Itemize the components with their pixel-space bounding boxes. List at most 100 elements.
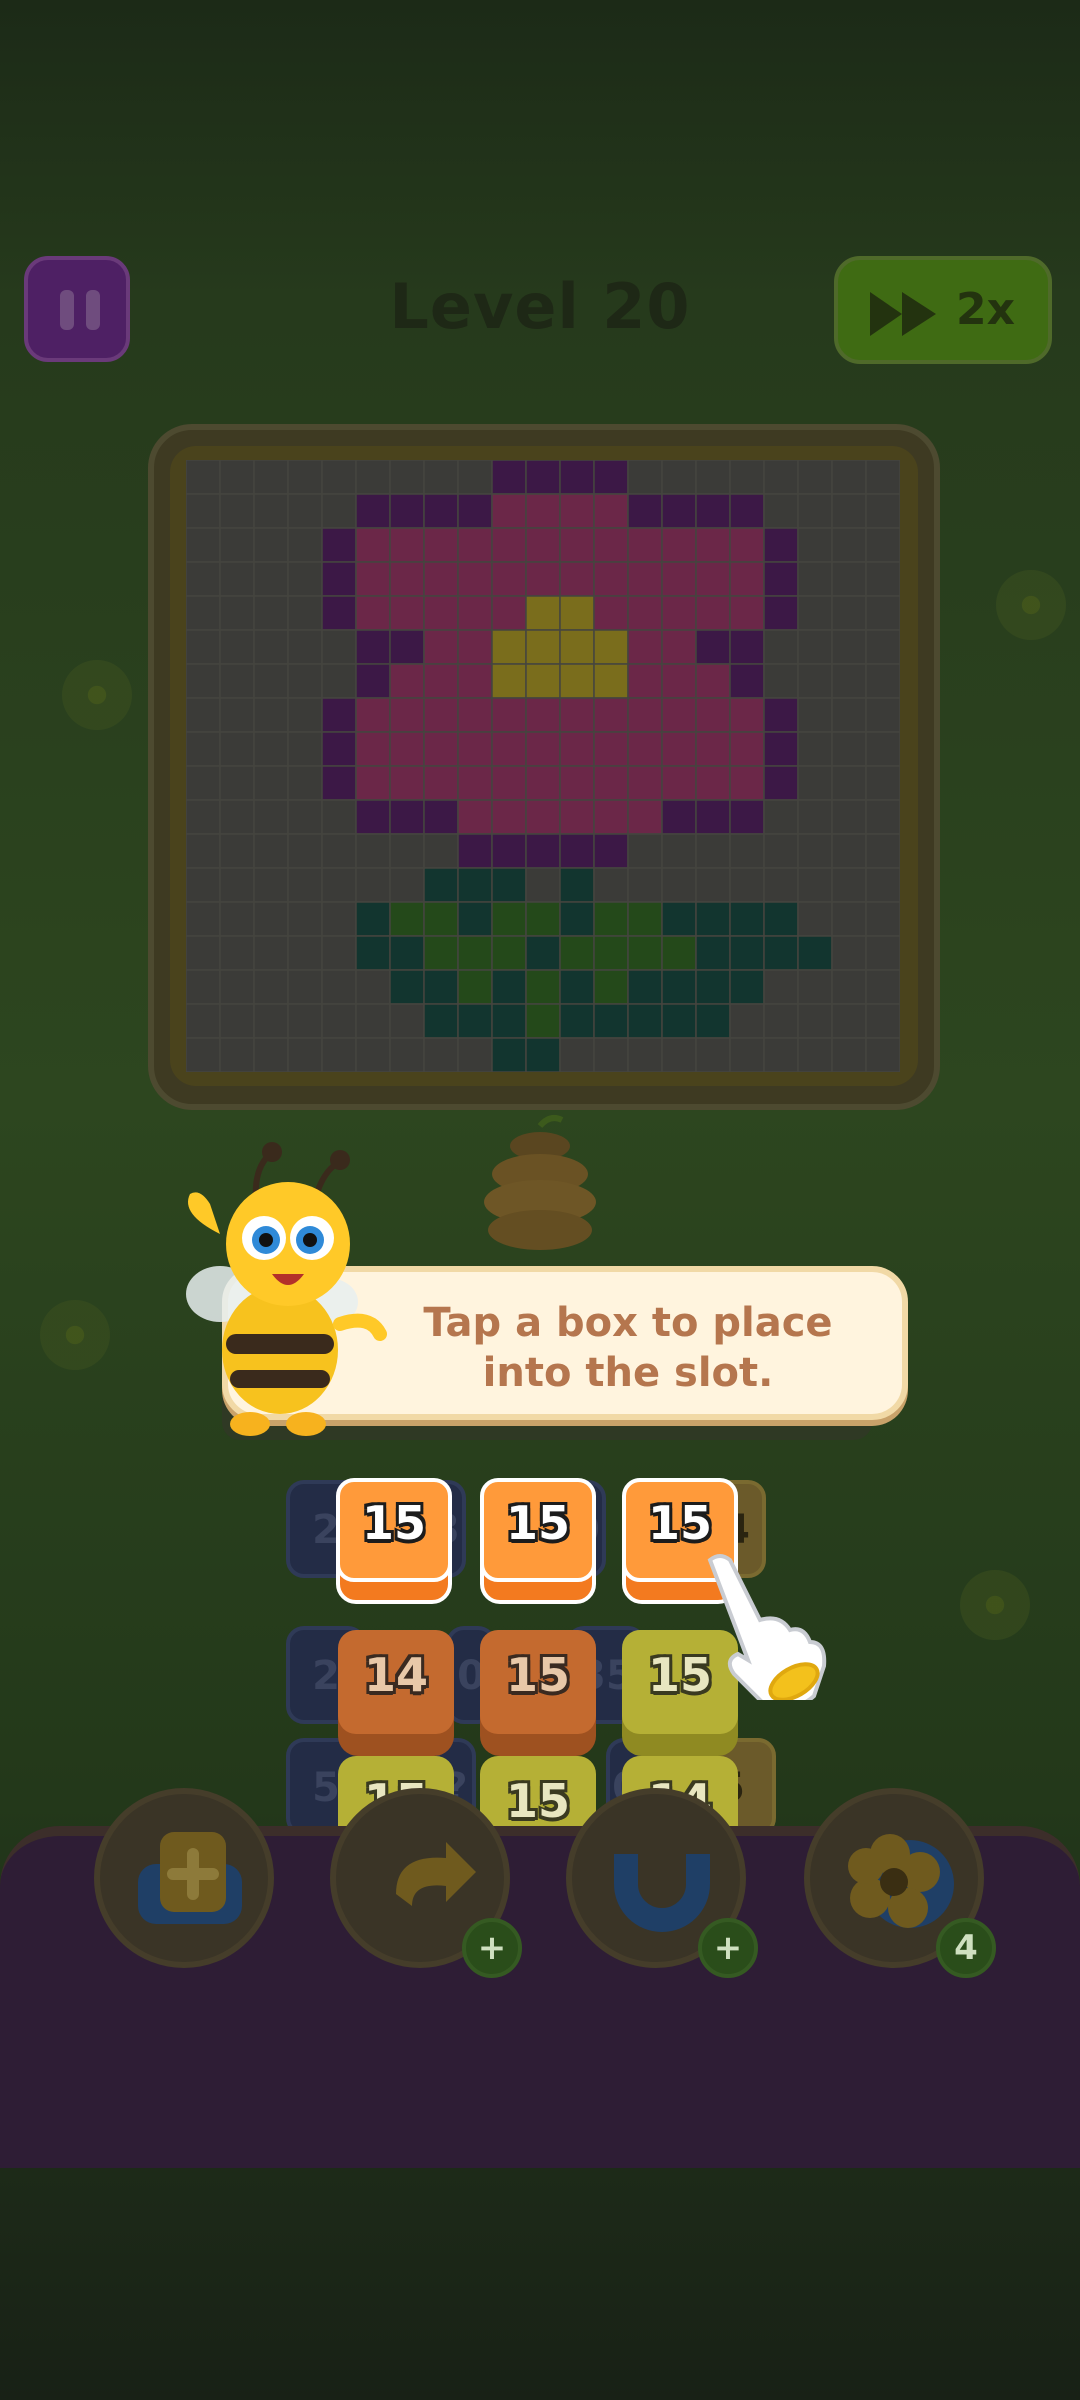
pixel-cell (219, 527, 255, 563)
pixel-cell (219, 867, 255, 903)
pixel-cell (729, 1037, 765, 1072)
pixel-cell (729, 561, 765, 597)
pixel-cell (797, 527, 833, 563)
pixel-cell (525, 867, 561, 903)
pixel-cell (253, 901, 289, 937)
background-flower (960, 1570, 1030, 1640)
pixel-cell (729, 663, 765, 699)
pixel-cell (457, 833, 493, 869)
pixel-cell (253, 460, 289, 495)
pixel-cell (627, 731, 663, 767)
pixel-cell (525, 697, 561, 733)
pixel-cell (627, 493, 663, 529)
pixel-cell (355, 833, 391, 869)
pixel-cell (423, 697, 459, 733)
pixel-cell (491, 493, 527, 529)
pixel-cell (695, 765, 731, 801)
pixel-cell (865, 799, 900, 835)
pixel-cell (695, 527, 731, 563)
pixel-cell (661, 731, 697, 767)
magnet-button[interactable]: + (566, 1788, 758, 1978)
pixel-cell (321, 595, 357, 631)
pixel-cell (186, 629, 221, 665)
number-box: 15 (480, 1630, 596, 1756)
pixel-cell (355, 493, 391, 529)
pixel-cell (831, 833, 867, 869)
pixel-cell (661, 460, 697, 495)
pixel-cell (661, 493, 697, 529)
pixel-cell (219, 1037, 255, 1072)
pixel-cell (491, 697, 527, 733)
undo-button[interactable]: + (330, 1788, 522, 1978)
pixel-cell (389, 460, 425, 495)
speed-button[interactable]: 2x (834, 256, 1052, 364)
add-slot-button[interactable] (94, 1788, 274, 1968)
pixel-cell (457, 697, 493, 733)
pixel-cell (695, 1037, 731, 1072)
pixel-cell (831, 935, 867, 971)
pixel-cell (219, 561, 255, 597)
pixel-cell (355, 697, 391, 733)
pixel-cell (865, 493, 900, 529)
pixel-cell (457, 1037, 493, 1072)
pixel-cell (627, 561, 663, 597)
pixel-cell (661, 799, 697, 835)
pixel-cell (321, 833, 357, 869)
pixel-cell (253, 493, 289, 529)
pixel-cell (389, 493, 425, 529)
pixel-cell (355, 969, 391, 1005)
pixel-cell (729, 629, 765, 665)
pixel-cell (763, 1037, 799, 1072)
pixel-cell (593, 561, 629, 597)
pixel-cell (797, 901, 833, 937)
pixel-cell (797, 1003, 833, 1039)
pixel-cell (627, 1003, 663, 1039)
box-number: 15 (361, 1496, 426, 1550)
pixel-cell (219, 935, 255, 971)
pixel-cell (797, 833, 833, 869)
pixel-cell (593, 731, 629, 767)
add-badge: + (462, 1918, 522, 1978)
pixel-cell (186, 460, 221, 495)
pixel-cell (491, 799, 527, 835)
pixel-cell (729, 1003, 765, 1039)
pixel-cell (865, 867, 900, 903)
pixel-cell (831, 901, 867, 937)
pixel-cell (593, 867, 629, 903)
pixel-cell (797, 765, 833, 801)
pixel-cell (355, 731, 391, 767)
pixel-cell (661, 867, 697, 903)
number-box[interactable]: 15 (480, 1478, 596, 1604)
pixel-cell (253, 561, 289, 597)
tutorial-message: Tap a box to place into the slot. (423, 1300, 833, 1396)
pixel-cell (627, 527, 663, 563)
pixel-cell (321, 697, 357, 733)
pixel-cell (627, 663, 663, 699)
background-flower (40, 1300, 110, 1370)
pixel-cell (865, 697, 900, 733)
pixel-cell (219, 663, 255, 699)
number-box[interactable]: 15 (336, 1478, 452, 1604)
pixel-cell (491, 595, 527, 631)
pixel-cell (321, 561, 357, 597)
pixel-cell (321, 527, 357, 563)
pixel-cell (525, 527, 561, 563)
pixel-cell (525, 629, 561, 665)
pixel-cell (287, 867, 323, 903)
pixel-cell (763, 697, 799, 733)
flower-shuffle-icon (848, 1834, 954, 1928)
pixel-cell (627, 969, 663, 1005)
pixel-cell (559, 765, 595, 801)
pixel-cell (865, 969, 900, 1005)
pixel-cell (457, 460, 493, 495)
pixel-cell (559, 527, 595, 563)
background-flower (62, 660, 132, 730)
pixel-cell (525, 935, 561, 971)
pixel-cell (593, 697, 629, 733)
pixel-cell (491, 1003, 527, 1039)
pixel-cell (831, 867, 867, 903)
shuffle-button[interactable]: 4 (804, 1788, 996, 1978)
pixel-cell (186, 493, 221, 529)
pixel-cell (797, 460, 833, 495)
pixel-cell (865, 629, 900, 665)
